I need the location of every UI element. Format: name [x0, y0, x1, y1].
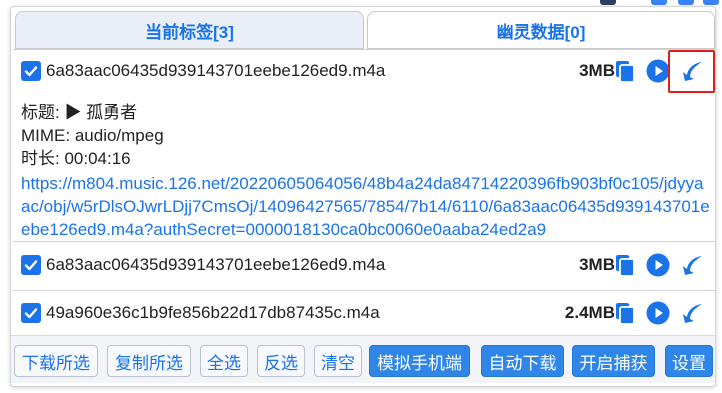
action-bar: 下载所选 复制所选 全选 反选 清空 模拟手机端 自动下载 开启捕获 设置 [11, 335, 715, 383]
item-title-line: 标题: ▶ 孤勇者 [21, 103, 138, 122]
checkmark-icon [24, 260, 38, 271]
copy-icon[interactable] [613, 59, 637, 83]
play-icon[interactable] [646, 59, 670, 83]
item-mime-line: MIME: audio/mpeg [21, 126, 164, 145]
clear-button[interactable]: 清空 [314, 345, 362, 377]
media-sniffer-popup: 当前标签[3] 幽灵数据[0] 6a83aac06435d939143701ee… [10, 6, 716, 387]
toolbar-icon-fragment [651, 0, 667, 5]
download-icon[interactable] [680, 301, 704, 325]
media-item: 6a83aac06435d939143701eebe126ed9.m4a 3MB… [13, 49, 715, 241]
play-icon[interactable] [646, 253, 670, 277]
item-size: 3MB [579, 255, 615, 274]
copy-selected-button[interactable]: 复制所选 [107, 345, 191, 377]
download-icon[interactable] [680, 253, 704, 277]
download-icon-highlight [668, 50, 715, 93]
toolbar-icon-fragment [678, 0, 694, 5]
item-size: 2.4MB [564, 303, 615, 322]
item-checkbox[interactable] [21, 61, 41, 81]
toolbar-icon-fragment [703, 0, 719, 5]
media-item: 6a83aac06435d939143701eebe126ed9.m4a 3MB [13, 241, 715, 288]
media-item-header[interactable]: 6a83aac06435d939143701eebe126ed9.m4a 3MB [13, 244, 715, 286]
media-item-header[interactable]: 6a83aac06435d939143701eebe126ed9.m4a 3MB [13, 50, 715, 92]
auto-download-button[interactable]: 自动下载 [481, 345, 564, 377]
download-selected-button[interactable]: 下载所选 [14, 345, 98, 377]
copy-icon[interactable] [613, 253, 637, 277]
checkmark-icon [24, 66, 38, 77]
item-filename: 6a83aac06435d939143701eebe126ed9.m4a [46, 255, 386, 274]
checkmark-icon [24, 308, 38, 319]
item-duration-line: 时长: 00:04:16 [21, 149, 131, 168]
start-capture-button[interactable]: 开启捕获 [572, 345, 655, 377]
invert-selection-button[interactable]: 反选 [257, 345, 305, 377]
play-icon[interactable] [646, 301, 670, 325]
mobile-emulation-button[interactable]: 模拟手机端 [369, 345, 470, 377]
copy-icon[interactable] [613, 301, 637, 325]
settings-button[interactable]: 设置 [665, 345, 713, 377]
item-size: 3MB [579, 61, 615, 80]
item-filename: 49a960e36c1b9fe856b22d17db87435c.m4a [46, 303, 380, 322]
item-details: 标题: ▶ 孤勇者 MIME: audio/mpeg 时长: 00:04:16 … [21, 102, 711, 241]
item-url-link[interactable]: https://m804.music.126.net/2022060506405… [21, 171, 711, 241]
toolbar-icon-fragment [600, 0, 616, 5]
media-item: 49a960e36c1b9fe856b22d17db87435c.m4a 2.4… [13, 290, 715, 335]
item-checkbox[interactable] [21, 255, 41, 275]
tab-bar: 当前标签[3] 幽灵数据[0] [13, 11, 715, 49]
tab-current-tabs[interactable]: 当前标签[3] [15, 11, 364, 49]
item-filename: 6a83aac06435d939143701eebe126ed9.m4a [46, 61, 386, 80]
select-all-button[interactable]: 全选 [200, 345, 248, 377]
item-checkbox[interactable] [21, 303, 41, 323]
tab-ghost-data[interactable]: 幽灵数据[0] [367, 11, 715, 49]
media-item-header[interactable]: 49a960e36c1b9fe856b22d17db87435c.m4a 2.4… [13, 292, 715, 334]
